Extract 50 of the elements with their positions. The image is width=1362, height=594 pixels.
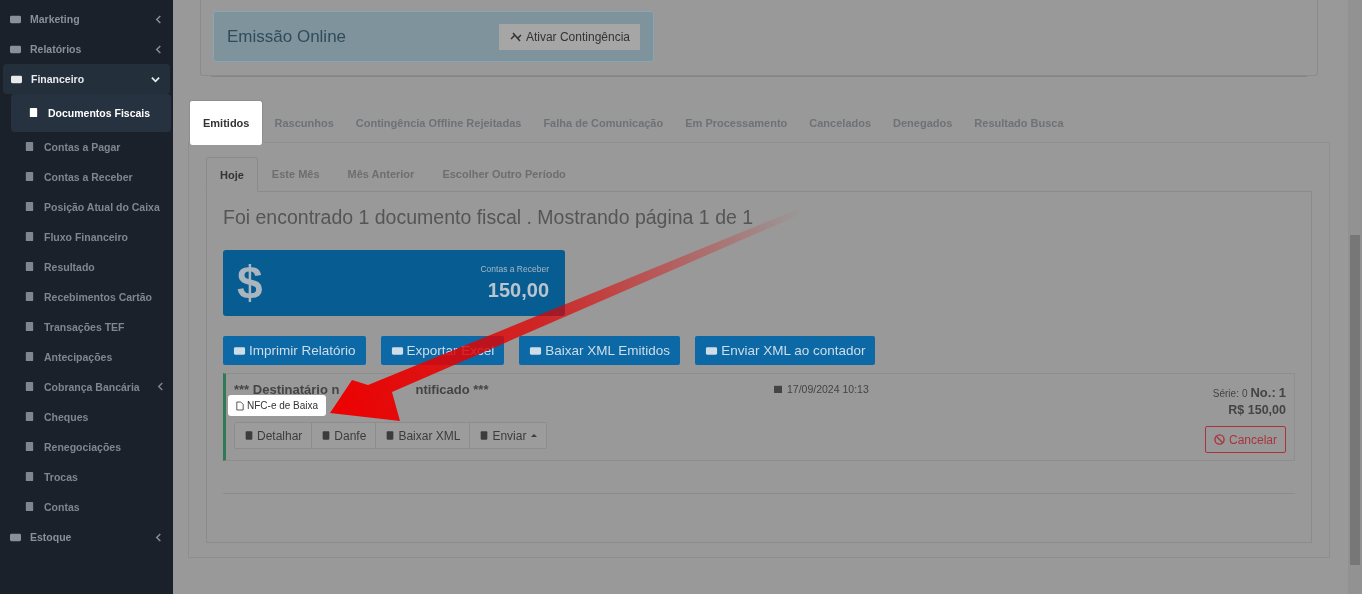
currency-symbol: $ [237,256,263,310]
sidebar-group[interactable]: Financeiro [3,64,170,94]
sidebar-item[interactable]: Contas [0,492,173,522]
tab[interactable]: Emitidos [189,100,264,145]
sidebar-item[interactable]: Renegociações [0,432,173,462]
sidebar-item[interactable]: Cobrança Bancária [0,372,173,402]
calendar-icon [774,385,782,393]
sidebar-group[interactable]: Estoque [0,522,173,552]
document-type-label: NFC-e de Baixa [228,395,327,416]
series-label: Série: [1212,388,1239,399]
chevron-left-icon [154,44,163,54]
series-value: 0 [1241,388,1248,399]
results-summary: Foi encontrado 1 documento fiscal . Mostrando página 1 de 1 [223,206,755,229]
action-button[interactable]: Enviar XML ao contador [695,336,876,365]
scrollbar[interactable] [1348,0,1362,594]
chevron-down-icon [151,74,160,84]
sidebar-item[interactable]: Resultado [0,252,173,282]
sidebar-item[interactable]: Posição Atual do Caixa [0,192,173,222]
recipient-name: ntificado *** [415,382,489,397]
sidebar-item[interactable]: Trocas [0,462,173,492]
sidebar-item[interactable]: Documentos Fiscais [11,94,171,132]
sidebar-item[interactable]: Antecipações [0,342,173,372]
sidebar-item[interactable]: Contas a Receber [0,162,173,192]
sidebar-item[interactable]: Contas a Pagar [0,132,173,162]
sidebar-item[interactable]: Cheques [0,402,173,432]
sidebar-group[interactable]: Relatórios [0,34,173,64]
broken-link-icon [508,30,523,43]
document-total: R$ 150,00 [1228,403,1286,417]
sidebar-item[interactable]: Recebimentos Cartão [0,282,173,312]
cancel-button[interactable]: Cancelar [1204,426,1286,453]
total-label: Contas a Receber [480,264,549,274]
status-title: Emissão Online [227,26,347,47]
number-label: No.: [1250,385,1276,400]
chevron-left-icon [154,14,163,24]
sidebar-item[interactable]: Fluxo Financeiro [0,222,173,252]
document-action-button[interactable]: Detalhar [235,423,313,448]
ban-icon [1213,434,1225,445]
total-value: 150,00 [487,279,549,302]
period-tab[interactable]: Hoje [206,157,258,192]
caret-icon [531,434,538,437]
issue-datetime: 17/09/2024 10:13 [787,383,869,395]
action-button[interactable]: Baixar XML Emitidos [519,336,681,365]
chevron-left-icon [154,532,163,542]
contingency-button[interactable]: Ativar Contingência [498,23,640,50]
number-value: 1 [1278,385,1286,400]
sidebar-group[interactable]: Marketing [0,4,173,34]
action-button[interactable]: Imprimir Relatório [223,336,366,365]
chevron-left-icon [156,382,165,391]
recipient-name: *** Destinatário n [234,382,340,397]
sidebar-item[interactable]: Transações TEF [0,312,173,342]
